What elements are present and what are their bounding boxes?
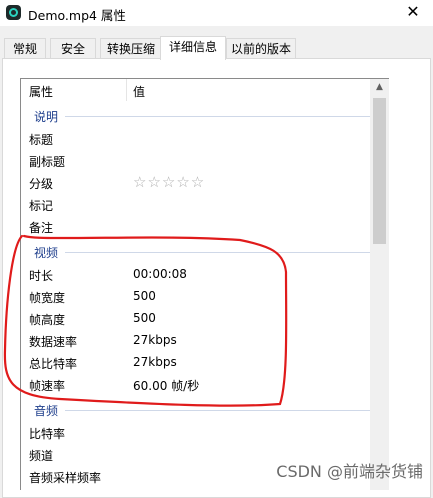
- group-divider: [65, 410, 370, 411]
- list-item[interactable]: 分级 ☆☆☆☆☆: [21, 171, 370, 193]
- tab-previous-versions[interactable]: 以前的版本: [226, 38, 296, 58]
- property-name: 帧高度: [29, 313, 66, 327]
- property-name: 总比特率: [29, 357, 78, 371]
- list-item[interactable]: 时长 00:00:08: [21, 263, 370, 285]
- group-divider: [65, 252, 370, 253]
- property-value: 60.00 帧/秒: [133, 379, 200, 393]
- group-header-video: 视频: [21, 241, 370, 261]
- property-name: 频道: [29, 449, 54, 463]
- property-name: 分级: [29, 177, 54, 191]
- title-bar: Demo.mp4 属性 ✕: [0, 0, 433, 26]
- list-item[interactable]: 帧高度 500: [21, 307, 370, 329]
- list-item[interactable]: 帧宽度 500: [21, 285, 370, 307]
- tab-security[interactable]: 安全: [50, 38, 96, 58]
- list-item[interactable]: 总比特率 27kbps: [21, 351, 370, 373]
- close-button[interactable]: ✕: [401, 2, 425, 22]
- watermark: CSDN @前端杂货铺: [276, 462, 423, 481]
- property-name: 标记: [29, 199, 54, 213]
- group-header-description: 说明: [21, 105, 370, 125]
- group-label: 音频: [34, 404, 59, 418]
- property-value: 500: [133, 311, 156, 325]
- column-header: 属性 值: [21, 79, 370, 101]
- property-name: 数据速率: [29, 335, 78, 349]
- property-name: 帧速率: [29, 379, 66, 393]
- property-name: 帧宽度: [29, 291, 66, 305]
- property-name: 备注: [29, 221, 54, 235]
- column-header-value[interactable]: 值: [133, 83, 145, 100]
- list-item[interactable]: 标记: [21, 193, 370, 215]
- tab-convert-compress[interactable]: 转换压缩: [100, 38, 162, 58]
- group-label: 说明: [34, 110, 59, 124]
- scroll-up-arrow-icon[interactable]: ▲: [370, 79, 389, 96]
- list-item[interactable]: 数据速率 27kbps: [21, 329, 370, 351]
- scrollbar-thumb[interactable]: [373, 98, 386, 244]
- property-name: 标题: [29, 133, 54, 147]
- list-item[interactable]: 备注: [21, 215, 370, 237]
- list-item[interactable]: 帧速率 60.00 帧/秒: [21, 373, 370, 395]
- property-name: 比特率: [29, 427, 66, 441]
- media-player-icon: [6, 5, 21, 20]
- details-list[interactable]: 属性 值 说明 标题 副标题 分级 ☆☆☆☆☆ 标记 备注 视频 时长 00:00…: [20, 78, 370, 490]
- column-divider[interactable]: [126, 79, 127, 101]
- property-value: 00:00:08: [133, 267, 187, 281]
- tab-general[interactable]: 常规: [4, 38, 46, 58]
- group-header-audio: 音频: [21, 399, 370, 419]
- window-title: Demo.mp4 属性: [28, 8, 126, 23]
- list-item[interactable]: 标题: [21, 127, 370, 149]
- vertical-scrollbar[interactable]: ▲: [370, 78, 389, 490]
- property-value: 27kbps: [133, 333, 177, 347]
- property-name: 音频采样频率: [29, 471, 102, 485]
- property-name: 时长: [29, 269, 54, 283]
- tab-strip: 常规 安全 转换压缩 详细信息 以前的版本: [0, 36, 433, 60]
- group-divider: [65, 116, 370, 117]
- list-item[interactable]: 副标题: [21, 149, 370, 171]
- property-value: 500: [133, 289, 156, 303]
- property-name: 副标题: [29, 155, 66, 169]
- tab-details[interactable]: 详细信息: [160, 36, 226, 60]
- column-header-property[interactable]: 属性: [29, 83, 53, 100]
- rating-stars[interactable]: ☆☆☆☆☆: [133, 173, 205, 191]
- property-value: 27kbps: [133, 355, 177, 369]
- group-label: 视频: [34, 246, 59, 260]
- list-item[interactable]: 比特率: [21, 421, 370, 443]
